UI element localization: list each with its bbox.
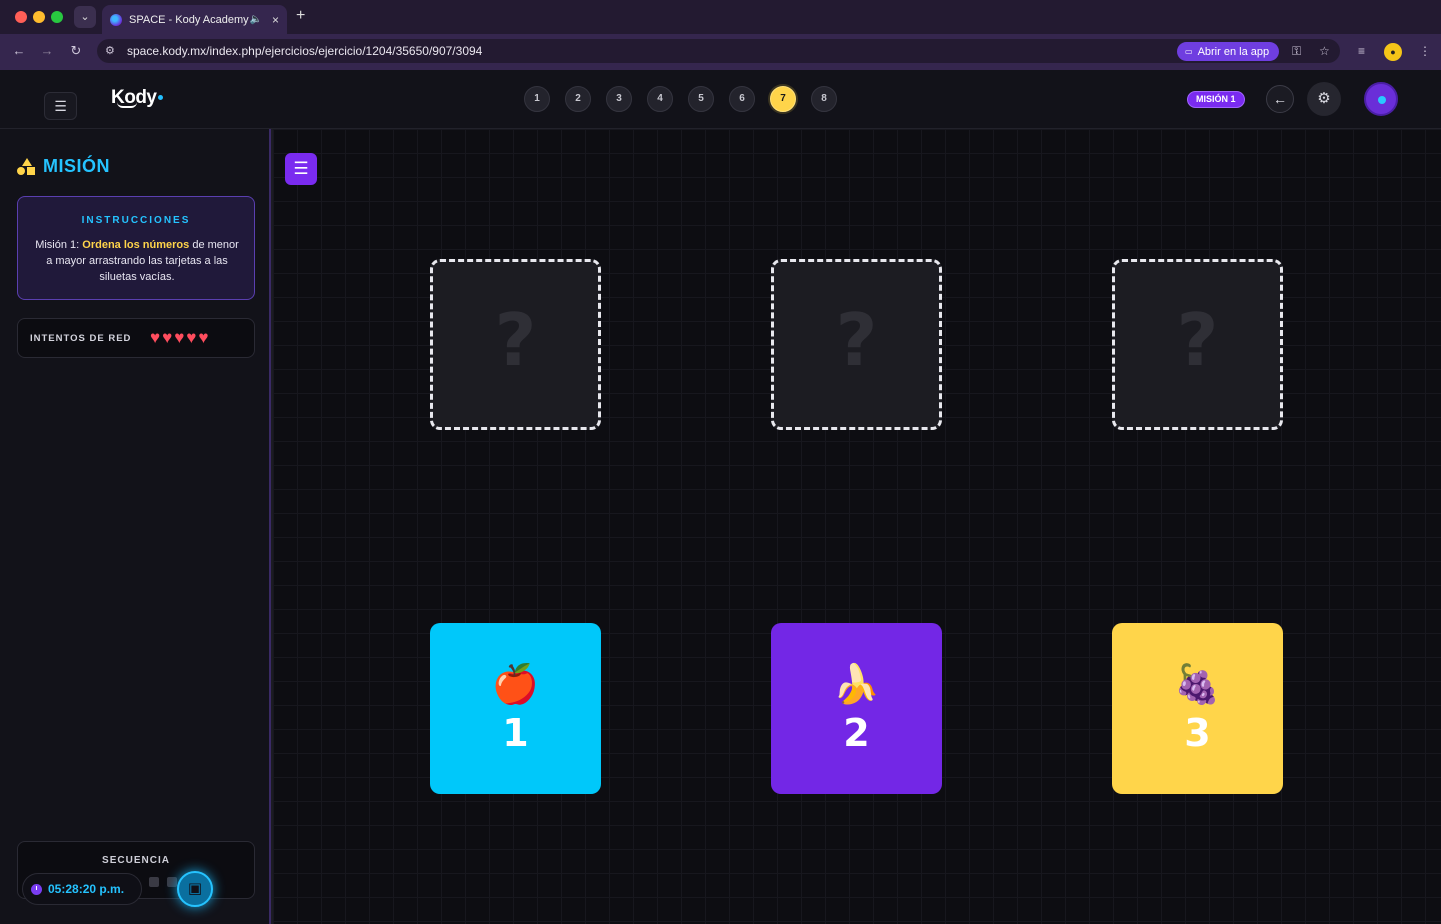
step-1[interactable]: 1: [524, 86, 550, 112]
heart-icon: ♥: [198, 328, 209, 347]
apple-icon: 🍎: [491, 664, 540, 706]
drop-slot-2[interactable]: ?: [771, 259, 942, 430]
instructions-title: INSTRUCCIONES: [81, 215, 191, 226]
draggable-card-1[interactable]: 🍎 1: [430, 623, 601, 794]
open-in-app-button[interactable]: ▭ Abrir en la app: [1177, 42, 1280, 61]
hamburger-menu-icon[interactable]: ☰: [44, 92, 77, 120]
step-5[interactable]: 5: [688, 86, 714, 112]
back-arrow-icon[interactable]: ←: [9, 41, 29, 61]
heart-icon: ♥: [174, 328, 185, 347]
sequence-slot: [167, 877, 177, 887]
heart-icon: ♥: [150, 328, 161, 347]
step-7-active[interactable]: 7: [770, 86, 796, 112]
draggable-card-3[interactable]: 🍇 3: [1112, 623, 1283, 794]
step-6[interactable]: 6: [729, 86, 755, 112]
sequence-label: SECUENCIA: [102, 855, 170, 866]
open-app-icon: ▭: [1185, 47, 1193, 56]
step-3[interactable]: 3: [606, 86, 632, 112]
tab-close-icon[interactable]: ×: [272, 13, 279, 27]
sequence-slot: [149, 877, 159, 887]
card-number: 3: [1184, 711, 1211, 755]
clock-icon: [31, 883, 42, 895]
banana-icon: 🍌: [832, 664, 881, 706]
instructions-highlight: Ordena los números: [82, 239, 190, 251]
tab-title: SPACE - Kody Academy: [129, 13, 249, 26]
card-number: 2: [843, 711, 870, 755]
step-4[interactable]: 4: [647, 86, 673, 112]
back-arrow-button[interactable]: ←: [1266, 85, 1294, 113]
shapes-icon: [17, 157, 36, 176]
reading-list-icon[interactable]: ≡: [1358, 44, 1365, 58]
clock-time: 05:28:20 p.m.: [48, 882, 125, 896]
attempts-card: INTENTOS DE RED ♥ ♥ ♥ ♥ ♥: [17, 318, 255, 358]
question-mark-icon: ?: [835, 298, 878, 382]
browser-tab[interactable]: SPACE - Kody Academy 🔈 ×: [102, 5, 287, 34]
instructions-text: Misión 1: Ordena los números de menor a …: [35, 239, 239, 283]
exercise-steps: 1 2 3 4 5 6 7 8: [524, 86, 837, 112]
instructions-card: INSTRUCCIONES Misión 1: Ordena los númer…: [17, 196, 255, 300]
hearts-row: ♥ ♥ ♥ ♥ ♥: [150, 328, 208, 348]
draggable-card-2[interactable]: 🍌 2: [771, 623, 942, 794]
speaker-icon[interactable]: 🔈: [250, 14, 262, 25]
step-8[interactable]: 8: [811, 86, 837, 112]
attempts-label: INTENTOS DE RED: [30, 333, 132, 344]
question-mark-icon: ?: [494, 298, 537, 382]
mission-heading: MISIÓN: [17, 156, 110, 177]
board-menu-icon[interactable]: ☰: [285, 153, 317, 185]
reload-icon[interactable]: ↻: [66, 41, 86, 61]
url-text[interactable]: space.kody.mx/index.php/ejercicios/ejerc…: [127, 44, 482, 58]
browser-menu-icon[interactable]: ⋮: [1419, 44, 1431, 58]
close-window-button[interactable]: [15, 11, 27, 23]
forward-arrow-icon[interactable]: →: [37, 41, 57, 61]
mission-title: MISIÓN: [43, 156, 111, 176]
tab-search-chevron-icon[interactable]: ⌄: [74, 6, 96, 28]
minimize-window-button[interactable]: [33, 11, 45, 23]
heart-icon: ♥: [162, 328, 173, 347]
mission-badge: MISIÓN 1: [1187, 91, 1245, 108]
avatar-status-dot: [1378, 96, 1386, 104]
robot-assistant-icon[interactable]: ▣: [177, 871, 213, 907]
user-avatar[interactable]: [1364, 82, 1398, 116]
logo-dot-icon: [157, 95, 163, 101]
logo-smile-icon: [117, 102, 137, 108]
card-number: 1: [502, 711, 529, 755]
password-key-icon[interactable]: ⚿: [1292, 44, 1301, 59]
bookmark-star-icon[interactable]: ☆: [1319, 44, 1330, 58]
exercise-board: [273, 129, 1441, 924]
heart-icon: ♥: [186, 328, 197, 347]
site-settings-icon[interactable]: ⚙: [105, 44, 115, 57]
favicon-icon: [110, 13, 122, 26]
mission-sidebar: MISIÓN INSTRUCCIONES Misión 1: Ordena lo…: [0, 129, 271, 924]
settings-gear-icon[interactable]: ⚙: [1307, 82, 1341, 116]
new-tab-button[interactable]: +: [296, 7, 305, 25]
grapes-icon: 🍇: [1173, 664, 1222, 706]
browser-profile-icon[interactable]: ●: [1384, 43, 1402, 61]
drop-slot-3[interactable]: ?: [1112, 259, 1283, 430]
step-2[interactable]: 2: [565, 86, 591, 112]
maximize-window-button[interactable]: [51, 11, 63, 23]
open-app-label: Abrir en la app: [1197, 45, 1270, 58]
drop-slot-1[interactable]: ?: [430, 259, 601, 430]
question-mark-icon: ?: [1176, 298, 1219, 382]
clock-pill: 05:28:20 p.m.: [22, 873, 142, 905]
